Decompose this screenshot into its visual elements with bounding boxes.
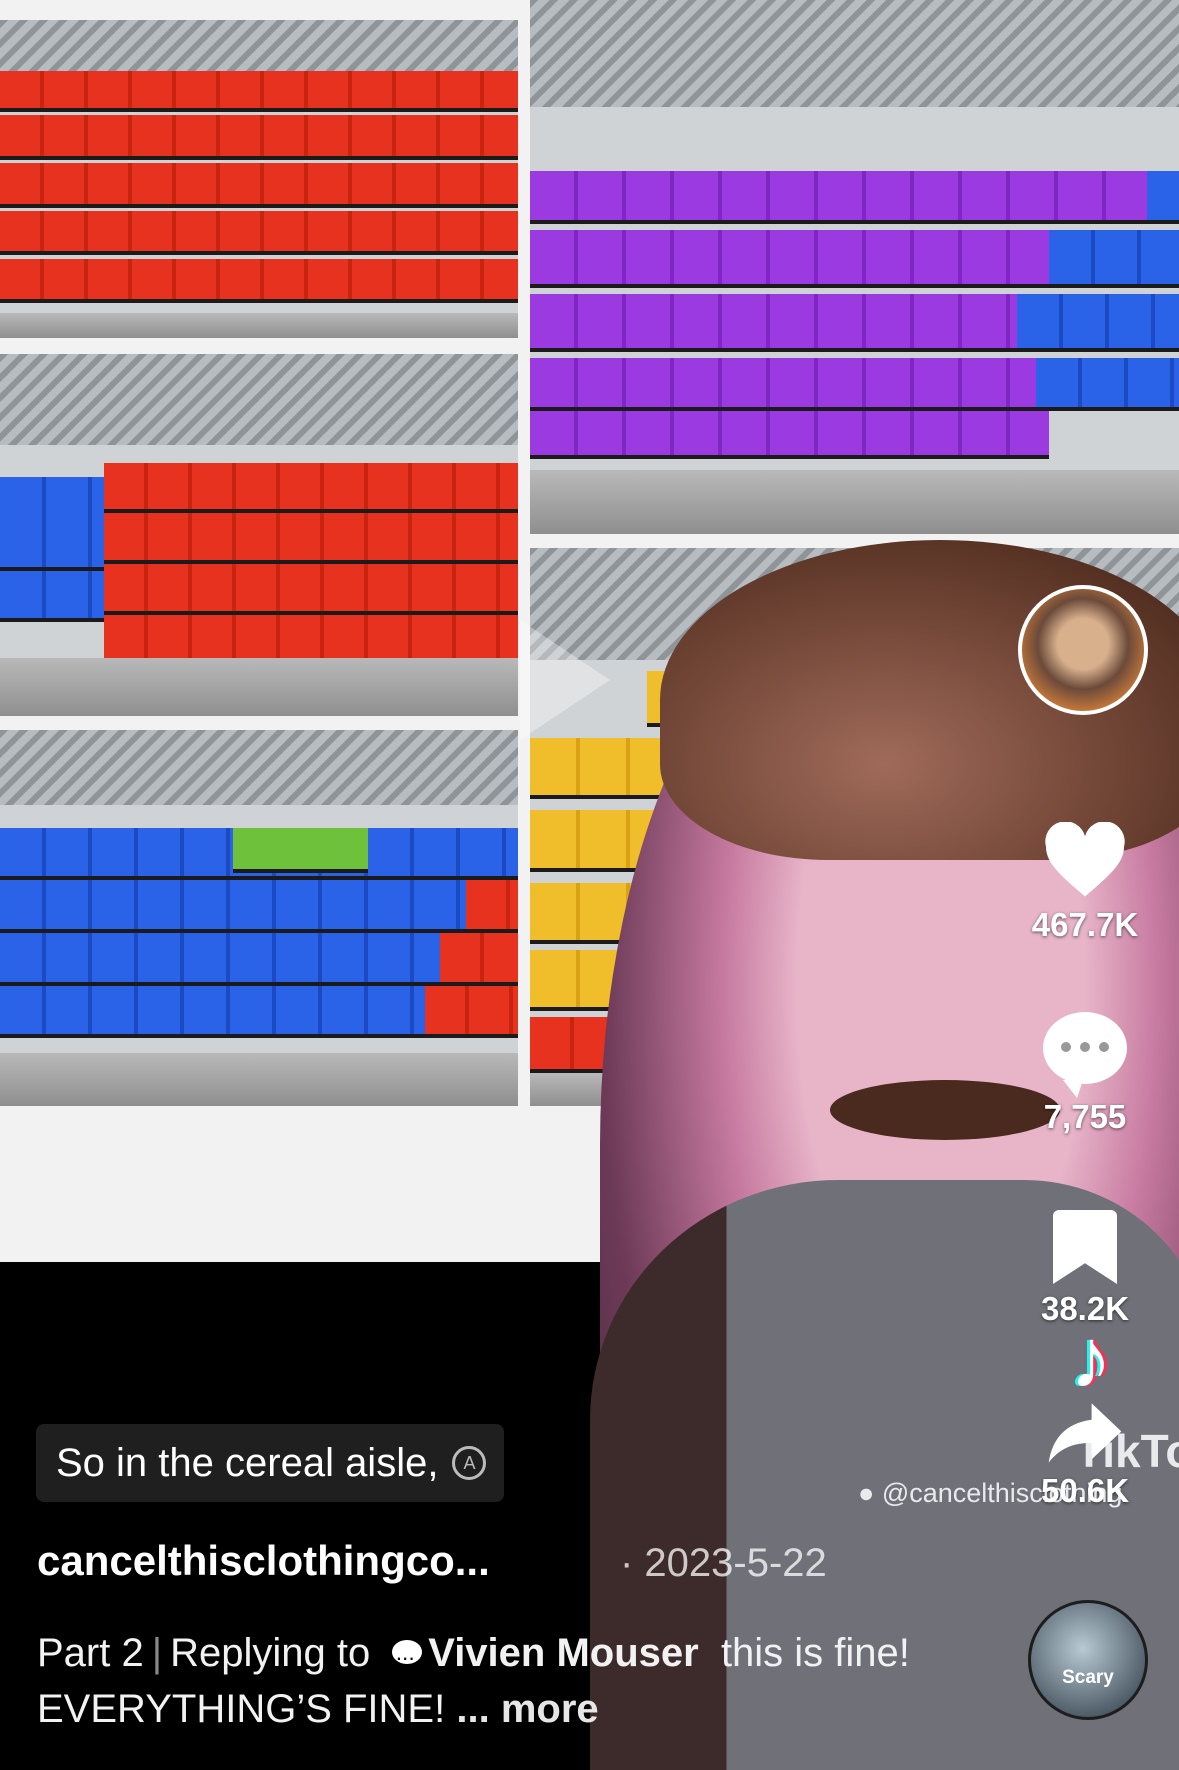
comment-count: 7,755 — [1043, 1098, 1127, 1135]
like-count: 467.7K — [1031, 906, 1139, 943]
play-hint-icon — [520, 620, 610, 740]
aisle-photo-purple — [530, 0, 1179, 534]
tiktok-logo-icon: ♪ — [1070, 1311, 1112, 1405]
watermark: ● @cancelthisclothing — [858, 1478, 1122, 1509]
comment-reply-icon — [392, 1630, 423, 1686]
watermark-handle: @cancelthisclothing — [881, 1478, 1123, 1508]
auto-caption: So in the cereal aisle, A — [36, 1424, 505, 1502]
sound-disc[interactable]: Scary — [1028, 1600, 1148, 1720]
reply-username[interactable]: Vivien Mouser — [428, 1631, 698, 1675]
part-label: Part 2 — [37, 1631, 144, 1675]
more-link[interactable]: ... more — [456, 1687, 598, 1731]
user-icon: ● — [858, 1478, 875, 1508]
auto-translate-icon[interactable]: A — [452, 1446, 487, 1480]
aisle-photo-blue — [0, 730, 518, 1106]
comment-button[interactable]: 7,755 — [1000, 1012, 1170, 1136]
comment-icon — [1043, 1012, 1127, 1098]
author-name[interactable]: cancelthisclothingco... — [37, 1537, 490, 1585]
post-date: · 2023-5-22 — [620, 1541, 827, 1585]
caption-text: So in the cereal aisle, — [56, 1440, 439, 1485]
replying-to-label: Replying to — [170, 1631, 371, 1675]
aisle-photo-red-blue — [0, 354, 518, 716]
heart-icon — [1045, 822, 1125, 897]
like-button[interactable]: 467.7K — [1000, 822, 1170, 944]
sound-label: Scary — [1062, 1667, 1114, 1688]
post-description[interactable]: Part 2|Replying toVivien Mouser this is … — [37, 1625, 917, 1737]
aisle-photo-red — [0, 20, 518, 338]
tiktok-wordmark: TikTo — [1075, 1425, 1179, 1477]
separator: | — [151, 1631, 163, 1675]
creator-avatar[interactable] — [1018, 585, 1148, 715]
bookmark-icon — [1053, 1210, 1117, 1284]
